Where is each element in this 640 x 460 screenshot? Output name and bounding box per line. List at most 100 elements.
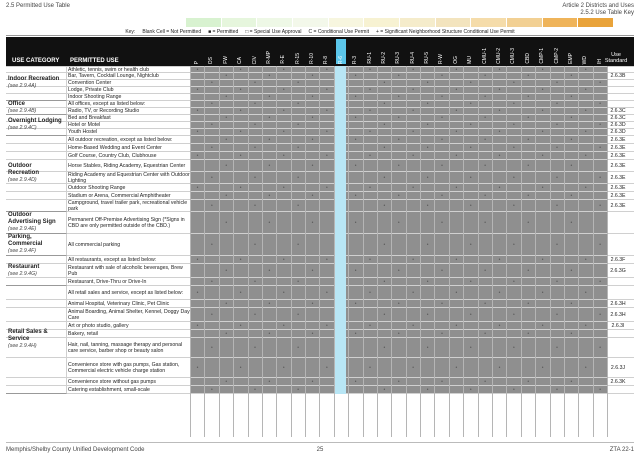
permitted-use-cell: Bakery, retail <box>68 330 98 337</box>
district-cell <box>206 108 217 114</box>
district-cell <box>293 94 304 100</box>
district-header-r-15: R-15 <box>293 39 303 64</box>
district-cell <box>465 115 476 121</box>
district-cell: • <box>484 115 486 121</box>
article-title: Article 2 Districts and Uses 2.5.2 Use T… <box>562 3 634 17</box>
strip-segment <box>435 18 472 27</box>
district-cell <box>192 160 203 171</box>
district-cell <box>408 300 419 307</box>
key-blank: Blank Cell = Not Permitted <box>142 28 202 35</box>
district-cell <box>422 322 433 329</box>
district-cell: • <box>196 129 199 135</box>
district-cell: • <box>426 311 429 318</box>
district-cell <box>293 358 304 377</box>
district-cell <box>393 386 404 393</box>
district-cell <box>221 200 232 211</box>
district-cell: • <box>512 278 515 285</box>
district-cell <box>422 152 433 159</box>
district-cell <box>206 160 217 171</box>
district-grid: • • • • ✶ • • • • • • <box>190 67 607 73</box>
district-cell <box>408 144 419 151</box>
district-cell <box>494 212 505 233</box>
district-cell <box>451 122 462 128</box>
district-cell <box>250 378 261 385</box>
district-grid: • • • ✶ • • • • • • <box>190 300 607 307</box>
district-cell <box>293 286 304 299</box>
district-label: MU <box>467 56 474 64</box>
permitted-use-cell: Bed and Breakfast <box>68 115 111 121</box>
district-cell <box>307 358 318 377</box>
permitted-use-cell: Hotel or Motel <box>68 122 101 128</box>
district-cell: • <box>455 322 458 329</box>
district-cell: • <box>498 108 501 114</box>
district-cell <box>379 73 390 79</box>
district-cell <box>278 264 289 277</box>
district-cell <box>537 94 548 100</box>
district-cell: • <box>397 94 400 100</box>
permitted-marker: ✶ <box>339 162 344 169</box>
district-label: OS <box>208 56 215 64</box>
district-cell <box>465 67 476 72</box>
permitted-marker: ✶ <box>339 386 344 393</box>
district-cell <box>494 300 505 307</box>
district-cell <box>566 144 577 151</box>
district-cell <box>250 322 261 329</box>
district-cell <box>580 73 591 79</box>
district-cell <box>580 136 591 143</box>
district-cell <box>264 152 275 159</box>
district-cell <box>278 200 289 211</box>
district-cell <box>321 212 332 233</box>
district-cell <box>365 136 376 143</box>
permitted-marker: ✶ <box>339 322 344 329</box>
district-cell <box>480 278 491 285</box>
district-cell: • <box>210 202 213 209</box>
district-cell: • <box>326 87 328 93</box>
district-cell <box>321 330 332 337</box>
district-cell <box>365 144 376 151</box>
district-cell <box>365 94 376 100</box>
district-cell <box>250 67 261 72</box>
district-cell: • <box>584 364 587 371</box>
district-grid: • • • ✶ • • • • • • <box>190 73 607 79</box>
district-cell <box>508 264 519 277</box>
permitted-use-cell: Permanent Off-Premise Advertising Sign (… <box>68 216 185 229</box>
district-cell <box>451 278 462 285</box>
district-cell <box>566 184 577 191</box>
significant-icon: + <box>375 28 379 35</box>
district-cell: • <box>397 378 400 385</box>
district-cell <box>451 160 462 171</box>
district-cell: • <box>239 129 242 135</box>
permitted-use-cell: Convenience store without gas pumps <box>68 378 156 385</box>
district-cell <box>350 386 361 393</box>
special-icon: □ <box>245 28 249 35</box>
district-cell <box>365 308 376 321</box>
grid-line <box>305 66 307 437</box>
district-cell <box>278 80 289 86</box>
district-cell <box>537 80 548 86</box>
district-cell <box>221 144 232 151</box>
district-cell <box>293 152 304 159</box>
district-cell <box>552 108 563 114</box>
district-cell: • <box>383 101 386 107</box>
district-header-cmu-1: CMU-1 <box>480 39 490 64</box>
category-reference: (see 2.9.4B) <box>8 107 37 114</box>
district-cell <box>379 286 390 299</box>
district-cell <box>436 172 447 183</box>
permitted-marker: ✶ <box>339 330 344 337</box>
district-cell <box>278 144 289 151</box>
strip-segment <box>542 18 579 27</box>
district-label: IH <box>596 59 603 64</box>
district-cell <box>293 192 304 199</box>
grid-line <box>218 66 220 437</box>
district-cell <box>408 192 419 199</box>
district-cell: • <box>268 162 271 169</box>
district-cell <box>580 234 591 255</box>
district-cell <box>206 286 217 299</box>
district-cell <box>221 87 232 93</box>
permitted-use-cell: All commercial parking <box>68 241 121 248</box>
district-cell: • <box>268 73 271 79</box>
district-cell: • <box>541 129 544 135</box>
district-cell <box>379 87 390 93</box>
district-cell: • <box>254 241 256 248</box>
district-cell <box>566 286 577 299</box>
